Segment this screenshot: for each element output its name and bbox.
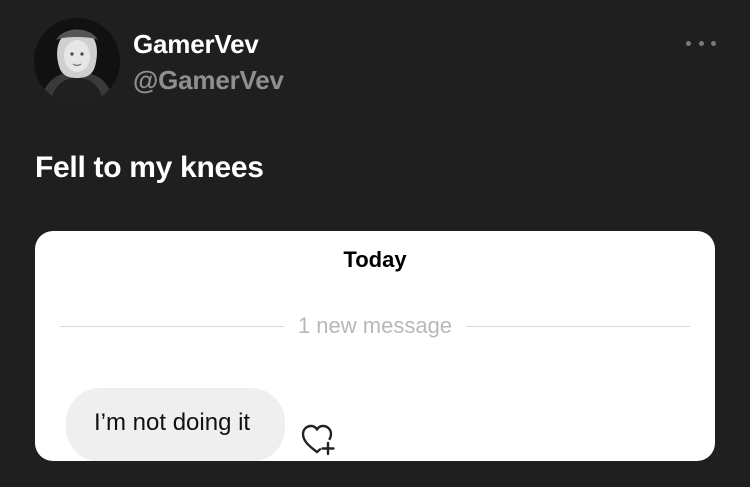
- embedded-chat-image[interactable]: Today 1 new message I’m not doing it: [35, 231, 715, 461]
- divider-line-right: [466, 325, 690, 327]
- heart-plus-icon: [301, 424, 335, 456]
- divider-line-left: [60, 325, 284, 327]
- more-options-dot: [711, 40, 716, 46]
- display-name[interactable]: GamerVev: [133, 29, 259, 60]
- avatar[interactable]: [34, 18, 120, 104]
- tweet-text: Fell to my knees: [35, 151, 264, 184]
- react-button[interactable]: [300, 423, 336, 457]
- chat-date-label: Today: [343, 247, 407, 272]
- message-text: I’m not doing it: [94, 409, 251, 436]
- more-options-dot: [698, 40, 704, 46]
- user-handle[interactable]: @GamerVev: [133, 65, 284, 96]
- profile-photo: [34, 18, 120, 104]
- more-options-icon: [686, 40, 691, 46]
- more-options-button[interactable]: [686, 36, 716, 50]
- new-message-divider: 1 new message: [60, 311, 690, 341]
- new-message-label: 1 new message: [297, 313, 453, 338]
